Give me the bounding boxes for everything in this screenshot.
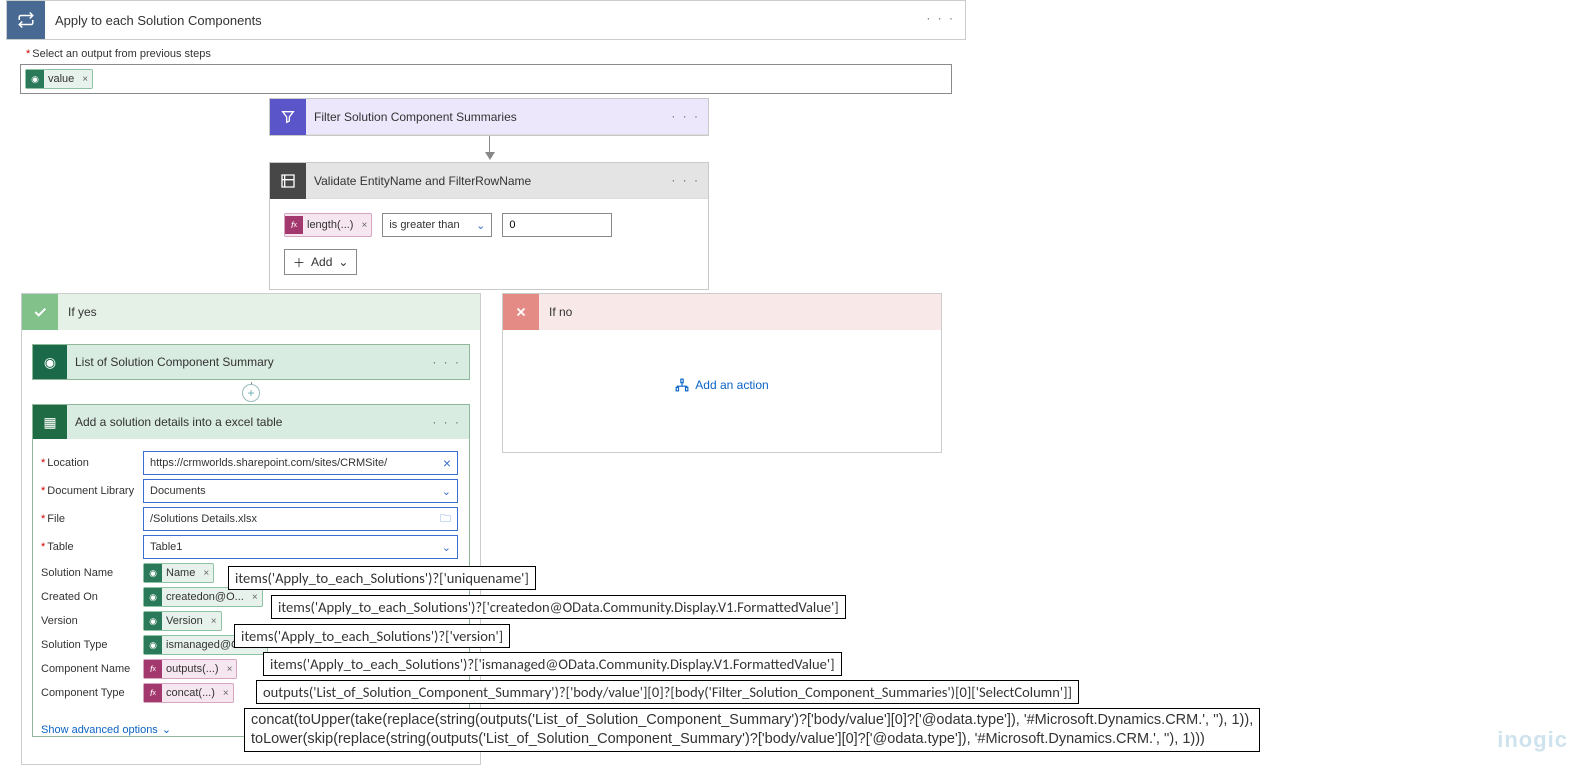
- created-on-label: Created On: [41, 591, 143, 603]
- remove-token[interactable]: ×: [78, 74, 92, 85]
- validate-card: Validate EntityName and FilterRowName · …: [269, 162, 709, 290]
- expression-annotation: concat(toUpper(take(replace(string(outpu…: [244, 708, 1260, 752]
- filter-card[interactable]: Filter Solution Component Summaries · · …: [269, 98, 709, 136]
- component-name-label: Component Name: [41, 663, 143, 675]
- plus-icon: ＋: [293, 254, 305, 271]
- version-label: Version: [41, 615, 143, 627]
- folder-icon[interactable]: 🗀: [440, 510, 451, 529]
- filter-more-menu[interactable]: · · ·: [671, 109, 700, 123]
- remove-token[interactable]: ×: [248, 592, 262, 603]
- createdon-token[interactable]: ◉createdon@O...×: [143, 587, 263, 607]
- loop-icon: [7, 1, 45, 39]
- add-condition-button[interactable]: ＋ Add ⌄: [284, 249, 357, 275]
- component-type-label: Component Type: [41, 687, 143, 699]
- operand-input[interactable]: [502, 213, 612, 237]
- name-token[interactable]: ◉Name×: [143, 563, 214, 583]
- add-action-icon: [675, 378, 689, 392]
- chevron-down-icon: ⌄: [476, 219, 485, 232]
- dataverse-icon: ◉: [144, 612, 162, 630]
- expression-annotation: outputs('List_of_Solution_Component_Summ…: [256, 680, 1079, 704]
- outputs-token[interactable]: fxoutputs(...)×: [143, 659, 237, 679]
- close-icon: [503, 294, 539, 330]
- value-token[interactable]: ◉ value ×: [25, 69, 93, 89]
- location-label: Location: [41, 457, 143, 469]
- show-advanced-link[interactable]: Show advanced options⌄: [41, 723, 171, 736]
- validate-body: fx length(...) × is greater than ⌄ ＋ Add…: [270, 199, 708, 289]
- validate-title: Validate EntityName and FilterRowName: [306, 174, 531, 188]
- remove-token[interactable]: ×: [219, 688, 233, 699]
- chevron-down-icon: ⌄: [338, 255, 348, 269]
- doclib-dropdown[interactable]: Documents⌄: [143, 479, 458, 503]
- add-action-link[interactable]: Add an action: [675, 378, 768, 392]
- dataverse-icon: ◉: [144, 564, 162, 582]
- card-more-menu[interactable]: · · ·: [432, 415, 461, 429]
- fx-icon: fx: [285, 216, 303, 234]
- file-label: File: [41, 513, 143, 525]
- fx-icon: fx: [144, 660, 162, 678]
- excel-card-header[interactable]: ▦ Add a solution details into a excel ta…: [33, 405, 469, 439]
- solution-name-label: Solution Name: [41, 567, 143, 579]
- apply-header[interactable]: Apply to each Solution Components · · ·: [6, 0, 966, 40]
- remove-token[interactable]: ×: [199, 568, 213, 579]
- location-input[interactable]: https://crmworlds.sharepoint.com/sites/C…: [143, 451, 458, 475]
- length-expression-token[interactable]: fx length(...) ×: [284, 213, 372, 237]
- clear-icon[interactable]: ×: [443, 455, 451, 471]
- file-picker[interactable]: /Solutions Details.xlsx🗀: [143, 507, 458, 531]
- watermark-logo: inogic: [1497, 727, 1568, 753]
- concat-token[interactable]: fxconcat(...)×: [143, 683, 234, 703]
- doclib-label: Document Library: [41, 485, 143, 497]
- dataverse-icon: ◉: [26, 70, 44, 88]
- remove-token[interactable]: ×: [223, 664, 237, 675]
- chevron-down-icon: ⌄: [442, 485, 451, 498]
- fx-icon: fx: [144, 684, 162, 702]
- remove-token[interactable]: ×: [357, 220, 371, 231]
- filter-icon: [270, 99, 306, 135]
- card-more-menu[interactable]: · · ·: [432, 355, 461, 369]
- chevron-down-icon: ⌄: [162, 723, 171, 736]
- condition-icon: [270, 163, 306, 199]
- filter-title: Filter Solution Component Summaries: [306, 110, 517, 124]
- expression-annotation: items('Apply_to_each_Solutions')?['isman…: [263, 652, 842, 676]
- check-icon: [22, 294, 58, 330]
- chevron-down-icon: ⌄: [442, 541, 451, 554]
- solution-type-label: Solution Type: [41, 639, 143, 651]
- excel-icon: ▦: [33, 405, 67, 439]
- expression-annotation: items('Apply_to_each_Solutions')?['versi…: [234, 624, 510, 648]
- if-yes-header[interactable]: If yes: [22, 294, 480, 330]
- apply-more-menu[interactable]: · · ·: [926, 11, 955, 25]
- list-summary-card[interactable]: ◉ List of Solution Component Summary · ·…: [32, 344, 470, 380]
- if-no-branch: If no Add an action: [502, 293, 942, 453]
- expression-annotation: items('Apply_to_each_Solutions')?['creat…: [271, 595, 846, 619]
- flow-arrow-icon: [489, 136, 490, 154]
- dataverse-icon: ◉: [144, 636, 162, 654]
- version-token[interactable]: ◉Version×: [143, 611, 222, 631]
- dataverse-icon: ◉: [33, 345, 67, 379]
- insert-step-button[interactable]: +: [242, 384, 260, 402]
- validate-header[interactable]: Validate EntityName and FilterRowName · …: [270, 163, 708, 199]
- operator-dropdown[interactable]: is greater than ⌄: [382, 213, 492, 237]
- if-no-header[interactable]: If no: [503, 294, 941, 330]
- dataverse-icon: ◉: [144, 588, 162, 606]
- apply-title: Apply to each Solution Components: [45, 13, 262, 28]
- select-output-field[interactable]: ◉ value ×: [20, 64, 952, 94]
- table-dropdown[interactable]: Table1⌄: [143, 535, 458, 559]
- table-label: Table: [41, 541, 143, 553]
- apply-to-each-card: Apply to each Solution Components · · · …: [6, 0, 966, 94]
- expression-annotation: items('Apply_to_each_Solutions')?['uniqu…: [228, 566, 536, 590]
- remove-token[interactable]: ×: [207, 616, 221, 627]
- select-output-label: Select an output from previous steps: [26, 48, 966, 60]
- validate-more-menu[interactable]: · · ·: [671, 173, 700, 187]
